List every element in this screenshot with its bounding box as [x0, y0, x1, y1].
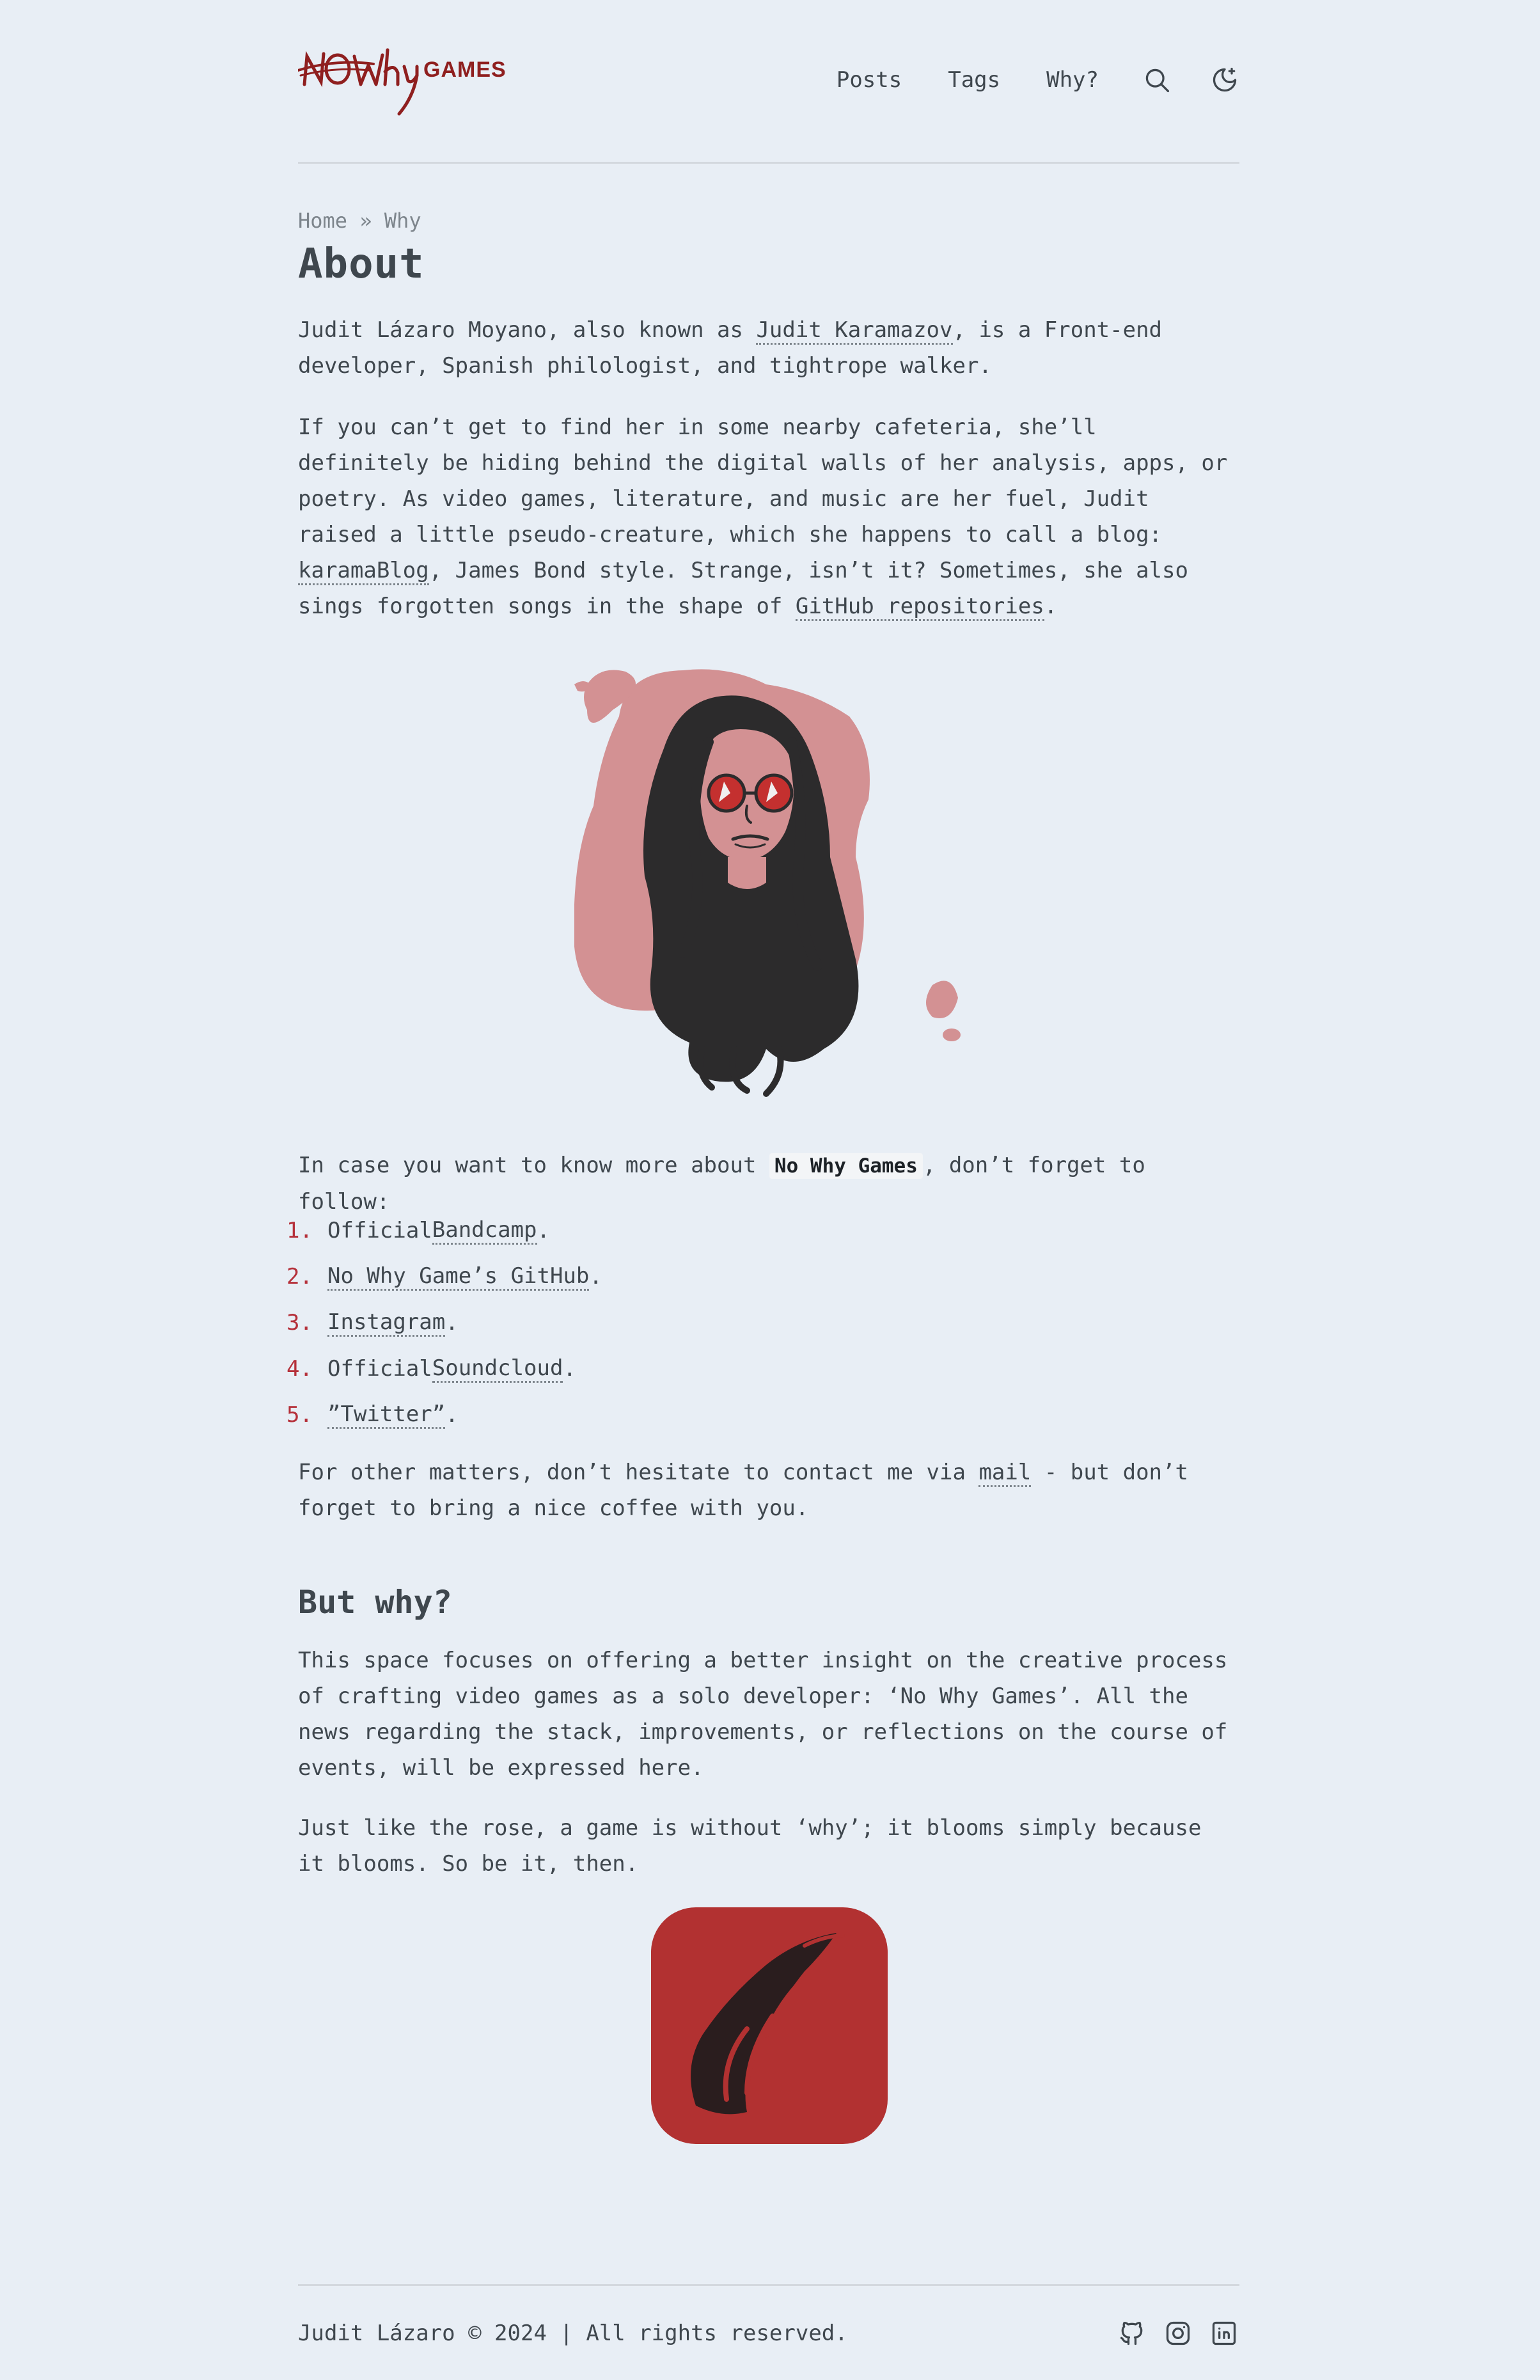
list-item-number: 5.: [287, 1402, 313, 1428]
footer-social-links: [1101, 2318, 1239, 2349]
footer-copyright: Judit Lázaro © 2024 | All rights reserve…: [298, 2321, 848, 2346]
search-icon[interactable]: [1142, 65, 1172, 95]
main-nav: Posts Tags Why?: [837, 65, 1239, 95]
no-why-games-chip: No Why Games: [769, 1153, 923, 1179]
why-paragraph-2: Just like the rose, a game is without ‘w…: [298, 1815, 1202, 1877]
intro-p1-text-before: Judit Lázaro Moyano, also known as: [298, 317, 757, 343]
nav-why[interactable]: Why?: [1046, 67, 1099, 93]
linkedin-icon[interactable]: [1209, 2318, 1239, 2349]
contact-text-before: For other matters, don’t hesitate to con…: [298, 1460, 979, 1485]
link-soundcloud[interactable]: Soundcloud: [432, 1355, 563, 1383]
list-item-number: 2.: [287, 1264, 313, 1289]
list-item-suffix: .: [589, 1264, 602, 1289]
list-item-number: 1.: [287, 1218, 313, 1243]
list-item-suffix: .: [445, 1310, 459, 1336]
list-item-suffix: .: [537, 1218, 551, 1243]
page-title: About: [298, 240, 425, 288]
no-why-games-app-icon: [651, 1907, 888, 2144]
logo-games-text: GAMES: [423, 58, 507, 82]
list-item-suffix: .: [445, 1402, 459, 1428]
list-item-prefix: Official: [327, 1218, 432, 1243]
list-item-number: 4.: [287, 1356, 313, 1382]
github-icon[interactable]: [1117, 2318, 1147, 2349]
why-paragraph-1: This space focuses on offering a better …: [298, 1648, 1228, 1781]
intro-paragraph-2: If you can’t get to find her in some nea…: [298, 409, 1239, 624]
link-twitter[interactable]: ”Twitter”: [327, 1401, 446, 1429]
link-bandcamp[interactable]: Bandcamp: [432, 1217, 537, 1245]
link-instagram[interactable]: Instagram: [327, 1309, 446, 1337]
nav-posts[interactable]: Posts: [837, 67, 902, 93]
site-header: GAMES Posts Tags Why?: [297, 40, 1239, 123]
list-item: 3. Instagram.: [287, 1300, 602, 1346]
intro-p2-text-after: .: [1044, 594, 1058, 619]
list-item: 1. Official Bandcamp.: [287, 1208, 602, 1254]
intro-paragraph-1: Judit Lázaro Moyano, also known as Judit…: [298, 312, 1239, 384]
intro-p2-text-before: If you can’t get to find her in some nea…: [298, 414, 1228, 548]
contact-paragraph: For other matters, don’t hesitate to con…: [298, 1454, 1239, 1526]
section-heading-but-why: But why?: [298, 1584, 452, 1621]
footer-divider: [298, 2284, 1239, 2286]
list-item-suffix: .: [563, 1356, 576, 1382]
list-item: 2. No Why Game’s GitHub.: [287, 1254, 602, 1300]
follow-list: 1. Official Bandcamp. 2. No Why Game’s G…: [287, 1208, 602, 1438]
list-item-prefix: Official: [327, 1356, 432, 1382]
header-divider: [298, 162, 1239, 164]
list-item: 5. ”Twitter”.: [287, 1392, 602, 1438]
link-karamablog[interactable]: karamaBlog: [298, 558, 429, 585]
link-github[interactable]: No Why Game’s GitHub: [327, 1263, 590, 1291]
site-logo[interactable]: GAMES: [297, 40, 506, 119]
breadcrumb-current: Why: [384, 209, 421, 233]
instagram-icon[interactable]: [1163, 2318, 1193, 2349]
breadcrumb: Home » Why: [298, 209, 421, 233]
nav-tags[interactable]: Tags: [948, 67, 1000, 93]
theme-toggle-moon-icon[interactable]: [1210, 65, 1239, 95]
breadcrumb-home[interactable]: Home: [298, 209, 347, 233]
link-judit-karamazov[interactable]: Judit Karamazov: [756, 317, 953, 345]
list-item: 4. Official Soundcloud.: [287, 1346, 602, 1392]
list-item-number: 3.: [287, 1310, 313, 1336]
link-mail[interactable]: mail: [978, 1460, 1032, 1487]
breadcrumb-separator: »: [359, 209, 372, 233]
author-portrait-illustration: [574, 665, 984, 1100]
follow-text-before: In case you want to know more about: [298, 1153, 769, 1178]
link-github-repositories[interactable]: GitHub repositories: [795, 594, 1044, 621]
